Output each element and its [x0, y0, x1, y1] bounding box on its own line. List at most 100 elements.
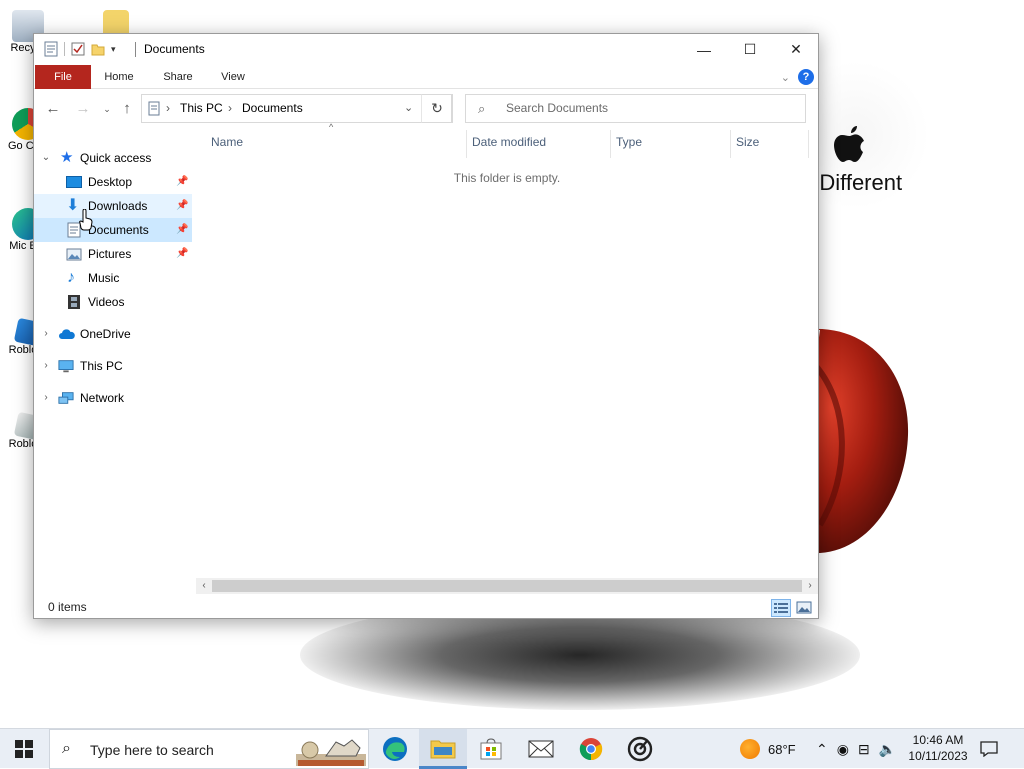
up-button[interactable]: ↑: [116, 99, 138, 119]
column-header-name[interactable]: Name: [211, 130, 243, 154]
search-input[interactable]: [504, 100, 784, 116]
collapse-chevron-icon[interactable]: ⌄: [40, 146, 52, 170]
nav-item-network[interactable]: › Network: [34, 386, 192, 410]
toolbar-separator: [64, 42, 65, 56]
taskbar-mail[interactable]: [517, 729, 565, 769]
taskbar-file-explorer[interactable]: [419, 729, 467, 769]
documents-location-icon: [148, 101, 160, 116]
navigation-bar: ← → ⌄ ↑ › This PC › Documents ⌄ ↻ ⌕: [34, 93, 818, 125]
file-list-area[interactable]: ^ Name Date modified Type Size This fold…: [196, 122, 818, 594]
maximize-button[interactable]: ☐: [727, 34, 773, 65]
scrollbar-thumb[interactable]: [212, 580, 802, 592]
pin-icon[interactable]: 📌: [176, 218, 188, 242]
details-view-button[interactable]: [771, 599, 791, 617]
system-tray: ⌃ ◉ ⊟ 🔈: [816, 729, 896, 769]
customize-toolbar-chevron-icon[interactable]: ▾: [111, 44, 116, 55]
tab-file[interactable]: File: [35, 65, 91, 89]
nav-item-label: Quick access: [80, 151, 152, 165]
file-explorer-window: ▾ Documents — ☐ ✕ File Home Share View ⌄…: [33, 33, 819, 619]
taskbar-clock[interactable]: 10:46 AM 10/11/2023: [906, 732, 970, 764]
taskbar-search-box[interactable]: ⌕: [49, 729, 369, 769]
hand-cursor-icon: [79, 209, 93, 231]
large-icons-view-button[interactable]: [794, 599, 814, 617]
notification-center-button[interactable]: [980, 729, 998, 769]
network-status-icon[interactable]: ⊟: [858, 741, 870, 758]
refresh-icon: ↻: [431, 100, 443, 116]
network-icon: [58, 392, 74, 404]
tab-home[interactable]: Home: [98, 65, 140, 89]
breadcrumb-separator[interactable]: ›: [228, 101, 232, 115]
weather-temperature: 68°F: [768, 741, 796, 757]
windows-logo-icon: [15, 740, 33, 758]
address-history-chevron-icon[interactable]: ⌄: [404, 101, 413, 114]
taskbar-groove-music[interactable]: [616, 729, 664, 769]
new-folder-icon[interactable]: [91, 41, 105, 57]
taskbar-search-input[interactable]: [88, 741, 288, 759]
music-note-icon: ♪: [67, 269, 75, 286]
ribbon-controls: ⌄ ?: [781, 69, 814, 85]
volume-icon[interactable]: 🔈: [879, 741, 896, 758]
search-icon: ⌕: [62, 740, 71, 757]
recent-locations-chevron-icon[interactable]: ⌄: [96, 99, 118, 119]
nav-item-documents[interactable]: Documents 📌: [34, 218, 192, 242]
taskbar-microsoft-store[interactable]: [467, 729, 515, 769]
breadcrumb-separator[interactable]: ›: [166, 101, 170, 115]
column-header-type[interactable]: Type: [616, 130, 642, 154]
tab-view[interactable]: View: [214, 65, 252, 89]
pin-icon[interactable]: 📌: [176, 170, 188, 194]
checkbox-icon[interactable]: [71, 41, 85, 57]
close-button[interactable]: ✕: [773, 34, 819, 65]
help-button[interactable]: ?: [798, 69, 814, 85]
meet-now-icon[interactable]: ◉: [837, 741, 849, 758]
column-separator[interactable]: [466, 130, 467, 158]
expand-chevron-icon[interactable]: ›: [40, 386, 52, 410]
search-highlight-fossil-icon: [296, 739, 366, 766]
taskbar-chrome[interactable]: [567, 729, 615, 769]
expand-chevron-icon[interactable]: ›: [40, 354, 52, 378]
minimize-button[interactable]: —: [681, 34, 727, 65]
expand-ribbon-chevron-icon[interactable]: ⌄: [781, 71, 790, 84]
nav-item-quick-access[interactable]: ⌄ ★ Quick access: [34, 146, 192, 170]
column-separator[interactable]: [610, 130, 611, 158]
breadcrumb-documents[interactable]: Documents: [242, 101, 303, 115]
address-bar[interactable]: › This PC › Documents ⌄: [141, 94, 452, 123]
title-bar[interactable]: ▾ Documents — ☐ ✕: [34, 34, 818, 65]
start-button[interactable]: [0, 729, 48, 769]
back-button[interactable]: ←: [42, 99, 64, 119]
nav-item-onedrive[interactable]: › OneDrive: [34, 322, 192, 346]
window-title: Documents: [144, 42, 205, 56]
nav-item-this-pc[interactable]: › This PC: [34, 354, 192, 378]
taskbar-edge[interactable]: [371, 729, 419, 769]
expand-chevron-icon[interactable]: ›: [40, 322, 52, 346]
breadcrumb-this-pc[interactable]: This PC: [180, 101, 223, 115]
nav-item-music[interactable]: ♪ Music: [34, 266, 192, 290]
item-count: 0 items: [48, 600, 87, 614]
scroll-left-arrow-icon[interactable]: ‹: [196, 578, 212, 594]
navigation-pane: ⌄ ★ Quick access Desktop 📌 ⬇ Downloads 📌…: [34, 144, 192, 584]
column-header-date-modified[interactable]: Date modified: [472, 130, 546, 154]
weather-widget[interactable]: 68°F: [740, 729, 796, 769]
tab-share[interactable]: Share: [156, 65, 200, 89]
store-icon: [480, 738, 502, 760]
forward-button[interactable]: →: [72, 99, 94, 119]
properties-icon[interactable]: [44, 41, 58, 57]
refresh-button[interactable]: ↻: [421, 94, 453, 123]
pin-icon[interactable]: 📌: [176, 194, 188, 218]
clock-date: 10/11/2023: [908, 749, 968, 763]
nav-item-downloads[interactable]: ⬇ Downloads 📌: [34, 194, 192, 218]
horizontal-scrollbar[interactable]: ‹ ›: [196, 578, 818, 594]
nav-item-pictures[interactable]: Pictures 📌: [34, 242, 192, 266]
show-hidden-icons-chevron-icon[interactable]: ⌃: [816, 741, 828, 758]
nav-item-desktop[interactable]: Desktop 📌: [34, 170, 192, 194]
scroll-right-arrow-icon[interactable]: ›: [802, 578, 818, 594]
nav-item-videos[interactable]: Videos: [34, 290, 192, 314]
search-box[interactable]: ⌕: [465, 94, 806, 123]
column-separator[interactable]: [808, 130, 809, 158]
pin-icon[interactable]: 📌: [176, 242, 188, 266]
column-header-size[interactable]: Size: [736, 130, 759, 154]
onedrive-cloud-icon: [59, 329, 75, 339]
videos-folder-icon: [68, 295, 80, 309]
notification-speech-bubble-icon: [980, 741, 998, 757]
column-separator[interactable]: [730, 130, 731, 158]
nav-item-label: Music: [88, 271, 120, 285]
